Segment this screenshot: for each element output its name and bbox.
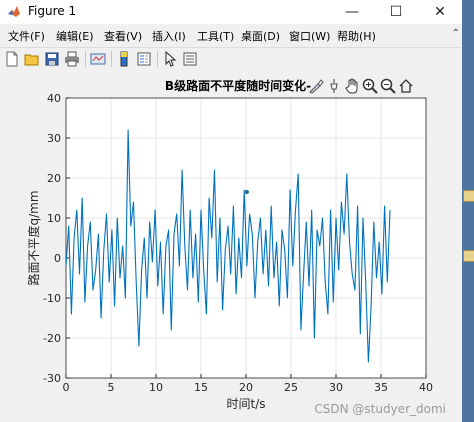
window-title: Figure 1 (28, 4, 77, 18)
link-plot-icon[interactable] (90, 51, 106, 67)
toolbar-separator (85, 51, 86, 67)
x-tick-label: 10 (149, 381, 163, 394)
y-tick-label: -20 (43, 332, 61, 345)
maximize-button[interactable]: ☐ (374, 0, 418, 24)
menu-view[interactable]: 查看(V) (104, 28, 142, 44)
maximize-icon: ☐ (389, 4, 403, 20)
x-tick-label: 15 (194, 381, 208, 394)
matlab-logo-icon (8, 6, 20, 17)
open-file-icon[interactable] (24, 51, 40, 67)
minimize-button[interactable]: — (330, 0, 374, 24)
data-tips-icon[interactable] (326, 78, 342, 94)
title-bar: Figure 1 — ☐ ✕ (0, 0, 462, 24)
save-icon[interactable] (44, 51, 60, 67)
x-tick-label: 0 (63, 381, 70, 394)
menu-overflow-icon[interactable]: ⌃ (452, 28, 460, 39)
toolbar-separator (111, 51, 112, 67)
insert-legend-icon[interactable] (136, 51, 152, 67)
y-tick-label: 20 (47, 172, 61, 185)
menu-desktop[interactable]: 桌面(D) (241, 28, 280, 44)
y-axis-label: 路面不平度q/mm (26, 190, 41, 285)
y-tick-label: 40 (47, 92, 61, 105)
select-pointer-icon[interactable] (162, 51, 178, 67)
menu-window[interactable]: 窗口(W) (289, 28, 330, 44)
y-tick-label: -10 (43, 292, 61, 305)
brush-icon[interactable] (308, 78, 324, 94)
pan-icon[interactable] (344, 78, 360, 94)
y-tick-label: -30 (43, 372, 61, 385)
menu-edit[interactable]: 编辑(E) (56, 28, 94, 44)
y-tick-label: 10 (47, 212, 61, 225)
line-chart: 0 5 10 15 20 25 30 35 40 -30 -20 -10 0 10 20 30 40 B级路面不平… (26, 78, 433, 411)
watermark-text: CSDN @studyer_domi (314, 402, 446, 416)
x-tick-label: 20 (239, 381, 253, 394)
menu-tools[interactable]: 工具(T) (197, 28, 234, 44)
y-tick-label: 30 (47, 132, 61, 145)
zoom-in-icon[interactable] (362, 78, 378, 94)
menu-insert[interactable]: 插入(I) (152, 28, 186, 44)
menu-file[interactable]: 文件(F) (8, 28, 45, 44)
desktop-folder-icon (463, 190, 474, 202)
x-tick-label: 30 (329, 381, 343, 394)
toolbar-separator (157, 51, 158, 67)
x-tick-label: 5 (108, 381, 115, 394)
y-tick-label: 0 (54, 252, 61, 265)
menu-bar: 文件(F) 编辑(E) 查看(V) 插入(I) 工具(T) 桌面(D) 窗口(W… (0, 26, 462, 46)
data-marker (244, 190, 249, 194)
close-icon: ✕ (434, 4, 446, 20)
x-tick-label: 40 (419, 381, 433, 394)
figure-window: Figure 1 — ☐ ✕ 文件(F) 编辑(E) 查看(V) 插入(I) 工… (0, 0, 462, 422)
desktop-folder-icon (463, 250, 474, 262)
figure-toolbar (0, 47, 462, 71)
property-editor-icon[interactable] (182, 51, 198, 67)
minimize-icon: — (345, 4, 359, 20)
x-tick-label: 25 (284, 381, 298, 394)
new-figure-icon[interactable] (4, 51, 20, 67)
menu-help[interactable]: 帮助(H) (337, 28, 376, 44)
x-tick-label: 35 (374, 381, 388, 394)
print-icon[interactable] (64, 51, 80, 67)
close-button[interactable]: ✕ (418, 0, 462, 24)
zoom-out-icon[interactable] (380, 78, 396, 94)
home-icon[interactable] (398, 78, 414, 94)
desktop-background (462, 0, 474, 422)
insert-colorbar-icon[interactable] (116, 51, 132, 67)
chart-title: B级路面不平度随时间变化- (165, 78, 311, 93)
x-axis-label: 时间t/s (226, 397, 265, 411)
